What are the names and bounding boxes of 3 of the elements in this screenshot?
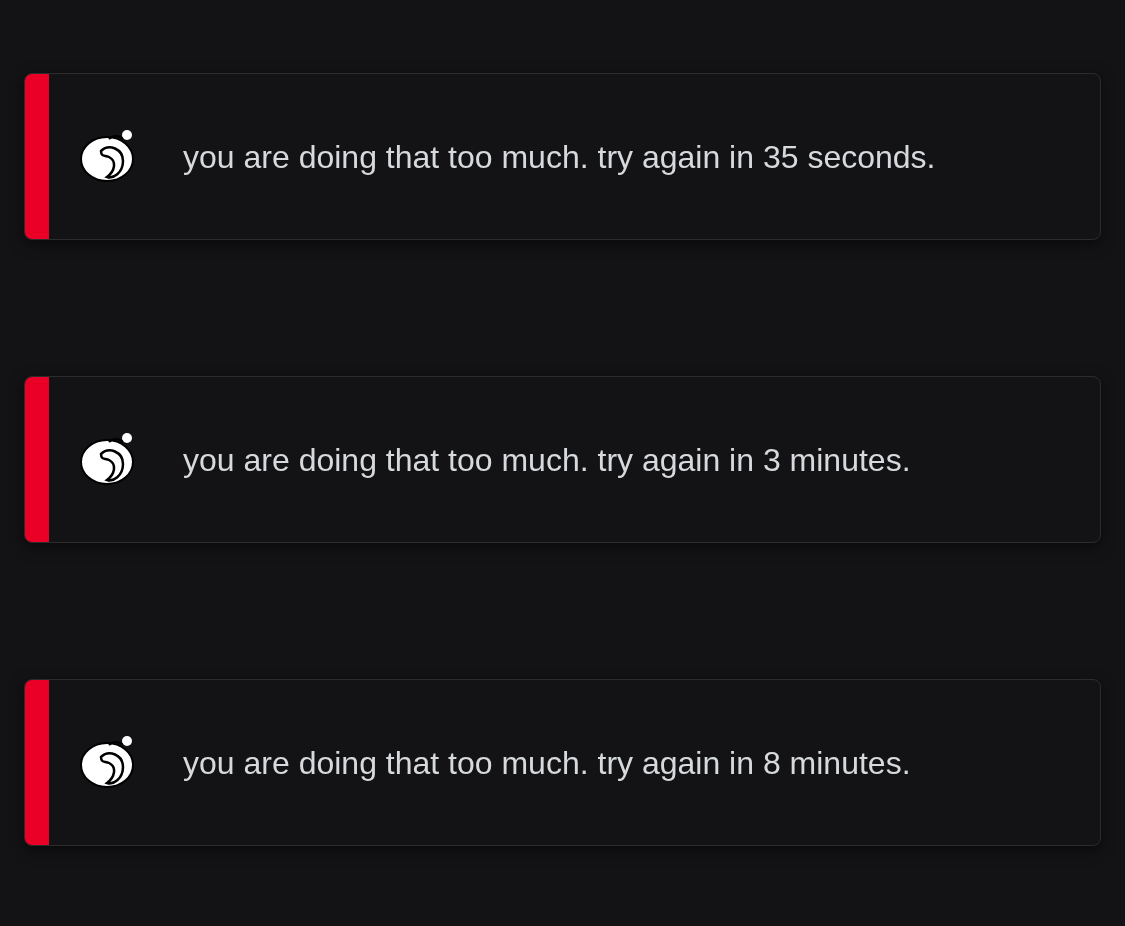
toast-message: you are doing that too much. try again in 3 minutes. [183, 440, 912, 480]
toast-message: you are doing that too much. try again in 35 seconds. [183, 137, 937, 177]
toast-message: you are doing that too much. try again in 8 minutes. [183, 743, 912, 783]
